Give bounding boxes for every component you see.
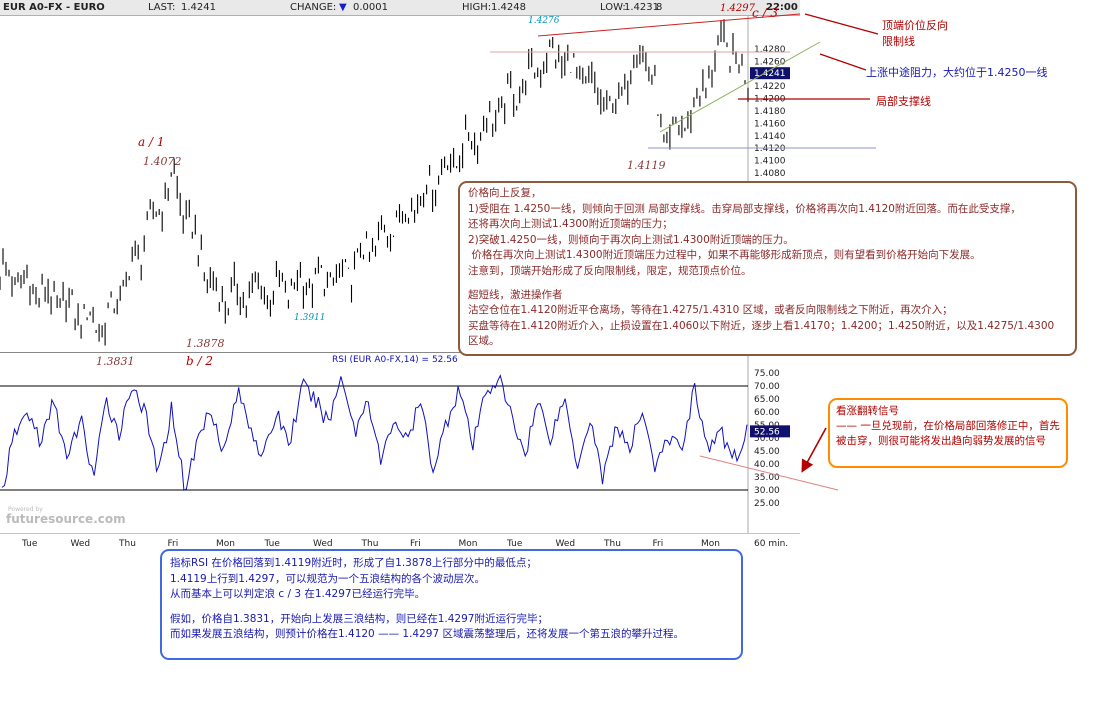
analysis-line-2: 还将再次向上测试1.4300附近顶端的压力；	[468, 218, 673, 231]
analysis-line-5: 注意到，顶端开始形成了反向限制线，限定，规范顶点价位。	[468, 264, 752, 277]
support-line	[659, 41, 821, 133]
analysis-line-7: 沽空仓位在1.4120附近平仓离场，等待在1.4275/1.4310 区域，或者…	[468, 304, 953, 317]
analysis-line-1: 1)受阻在 1.4250一线，则倾向于回测 局部支撑线。击穿局部支撑线，价格将再…	[468, 202, 1021, 215]
upper-limit-arrow	[804, 13, 879, 35]
analysis-line-3: 2)突破1.4250一线，则倾向于再次向上测试1.4300附近顶端的压力。	[468, 233, 794, 246]
signal-title: 看涨翻转信号	[836, 405, 899, 417]
analysis-line-8: 买盘等待在1.4120附近介入，止损设置在1.4060以下附近，逐步上看1.41…	[468, 319, 1055, 332]
signal-arrow	[801, 427, 827, 473]
upper-limit-annotation: 顶端价位反向 限制线	[882, 19, 948, 48]
resistance-annotation: 上涨中途阻力，大约位于1.4250一线	[866, 66, 1048, 79]
analysis-box: 价格向上反复， 1)受阻在 1.4250一线，则倾向于回测 局部支撑线。击穿局部…	[458, 181, 1077, 356]
rsi-explanation-box: 指标RSI 在价格回落到1.4119附近时，形成了自1.3878上行部分中的最低…	[160, 549, 743, 660]
analysis-line-9: 区域。	[468, 335, 500, 348]
rsi-explanation-line-4: 假如，价格自1.3831，开始向上发展三浪结构，则已经在1.4297附近运行完毕…	[170, 612, 548, 625]
rsi-explanation-line-5: 而如果发展五浪结构，则预计价格在1.4120 —— 1.4297 区域震荡整理后…	[170, 628, 684, 640]
analysis-line-4: 价格在再次向上测试1.4300附近顶端压力过程中，如果不再能够形成新顶点，则有望…	[468, 249, 981, 262]
rsi-explanation-line-2: 1.4119上行到1.4297，可以规范为一个五浪结构的各个波动层次。	[170, 572, 485, 585]
signal-body: —— 一旦兑现前，在价格局部回落修正中，首先被击穿，则很可能将发出趋向弱势发展的…	[836, 420, 1060, 447]
analysis-line-6: 超短线，激进操作者	[468, 288, 563, 301]
upper-limit-line	[537, 13, 801, 37]
signal-box: 看涨翻转信号 —— 一旦兑现前，在价格局部回落修正中，首先被击穿，则很可能将发出…	[828, 398, 1068, 468]
resistance-arrow	[819, 53, 867, 71]
analysis-title: 价格向上反复，	[468, 187, 542, 199]
rsi-explanation-line-1: 指标RSI 在价格回落到1.4119附近时，形成了自1.3878上行部分中的最低…	[170, 557, 537, 569]
rsi-trend-line	[699, 455, 839, 491]
rsi-explanation-line-3: 从而基本上可以判定浪 c / 3 在1.4297已经运行完毕。	[170, 588, 426, 600]
support-annotation: 局部支撑线	[876, 95, 931, 108]
